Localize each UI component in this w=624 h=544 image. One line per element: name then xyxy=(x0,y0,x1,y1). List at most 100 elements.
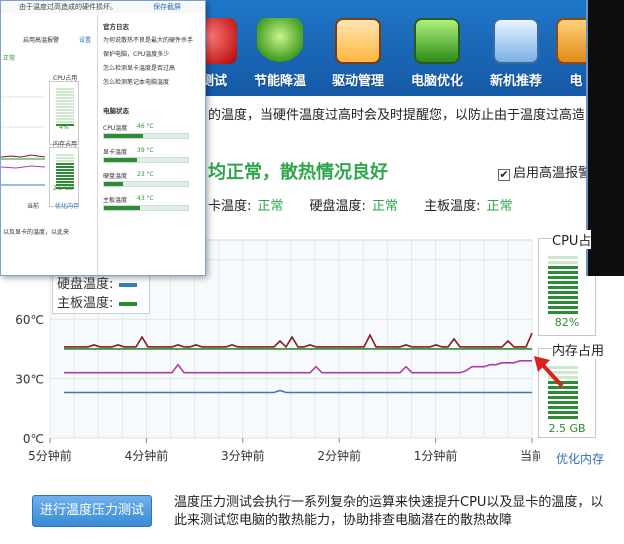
status-gpu-value: 39 °C xyxy=(137,147,154,154)
meter-title: 内存占用 xyxy=(552,340,605,359)
meter-bar-segment xyxy=(56,160,74,162)
optimize-memory-link[interactable]: 优化内存 xyxy=(556,450,604,467)
meter-bar-segment xyxy=(56,178,74,180)
disk-temp-status: 正常 xyxy=(371,199,398,214)
preview-divider xyxy=(97,15,98,275)
bar-fill xyxy=(104,182,124,186)
gpu-temp-status: 正常 xyxy=(257,199,284,214)
meter-bar-segment xyxy=(56,121,74,123)
tab-new-pc-recommend[interactable]: 新机推荐 xyxy=(478,18,554,92)
tab-energy-saving[interactable]: 节能降温 xyxy=(242,18,318,92)
cpu-usage-value: 82% xyxy=(554,316,580,329)
x-tick-label: 5分钟前 xyxy=(28,448,72,463)
feature-description: 的温度，当硬件温度过高时会及时提醒您，以防止由于温度过高造成的 xyxy=(208,108,584,123)
preview-mini-chart xyxy=(1,96,45,186)
preview-axis-now: 当前 xyxy=(27,203,40,210)
meter-bar-segment xyxy=(56,172,74,174)
status-cpu-value: 46 °C xyxy=(137,123,154,130)
checkbox-icon[interactable]: ✔ xyxy=(498,169,510,181)
screenshot-preview-window: 由于温度过高造成的硬件损坏。 保存截屏 启用高温报警 设置 正常 CPU占用 4… xyxy=(0,0,206,276)
component-temps-row: 卡温度: 正常 硬盘温度: 正常 主板温度: 正常 xyxy=(208,195,535,214)
preview-optimize-link[interactable]: 优化内存 xyxy=(55,201,79,210)
preview-header-text: 由于温度过高造成的硬件损坏。 xyxy=(19,3,117,11)
tab-label: 电脑优化 xyxy=(410,74,463,89)
meter-bar-segment xyxy=(548,296,578,299)
official-log-title: 官方日志 xyxy=(103,23,129,31)
official-log-item[interactable]: 为何说散热不良是最大的硬件杀手 xyxy=(103,35,193,44)
legend-item-board: 主板温度: xyxy=(53,294,149,313)
memory-usage-value: 2.5 GB xyxy=(548,422,586,435)
meter-title: CPU占 xyxy=(552,230,592,249)
meter-bar-segment xyxy=(548,291,578,294)
meter-bar-segment xyxy=(56,166,74,168)
meter-bar-segment xyxy=(548,286,578,289)
status-gpu-bar xyxy=(103,157,189,163)
preview-alarm-settings-link[interactable]: 设置 xyxy=(79,35,91,44)
meter-bar-segment xyxy=(56,181,74,183)
x-tick-label: 2分钟前 xyxy=(317,448,361,463)
meter-bar-segment xyxy=(548,401,578,404)
status-cpu-bar xyxy=(103,133,189,139)
meter-bar-segment xyxy=(56,100,74,102)
overlay-window-edge xyxy=(586,0,624,276)
status-board-value: 43 °C xyxy=(137,195,154,202)
meter-bar-segment xyxy=(56,91,74,93)
board-temp-label: 主板温度: xyxy=(424,199,481,214)
official-log-item[interactable]: 保护电脑，CPU温度多少 xyxy=(103,49,169,58)
legend-label: 主板温度: xyxy=(57,296,114,311)
preview-mem-value: 2.5 GB xyxy=(53,185,74,192)
clover-icon xyxy=(257,18,303,64)
meter-bar-segment xyxy=(548,396,578,399)
preview-cpu-value: 4% xyxy=(59,124,69,131)
meter-bar-segment xyxy=(548,406,578,409)
overall-status: 均正常，散热情况良好 xyxy=(208,162,388,183)
official-log-item[interactable]: 怎么检测笔记本电脑温度 xyxy=(103,77,169,86)
meter-bar-segment xyxy=(548,301,578,304)
legend-swatch xyxy=(119,282,138,287)
save-screenshot-link[interactable]: 保存截屏 xyxy=(153,2,181,12)
status-board-label: 主板温度 xyxy=(103,197,128,204)
meter-bar-segment xyxy=(548,416,578,419)
meter-bar-segment xyxy=(548,281,578,284)
meter-bar-segment xyxy=(56,118,74,120)
meter-bar-segment xyxy=(548,411,578,414)
status-cpu-label: CPU温度 xyxy=(103,125,128,132)
meter-bar-segment xyxy=(548,391,578,394)
tab-label: 新机推荐 xyxy=(489,74,542,89)
meter-bar-segment xyxy=(548,266,578,269)
x-tick-label: 3分钟前 xyxy=(221,448,265,463)
cpu-bars xyxy=(548,256,578,316)
bar-fill xyxy=(104,206,141,210)
official-log-item[interactable]: 怎么检测显卡温度是否过高 xyxy=(103,63,175,72)
meter-bar-segment xyxy=(548,306,578,309)
preview-right-pane: 官方日志 为何说散热不良是最大的硬件杀手 保护电脑，CPU温度多少 怎么检测显卡… xyxy=(101,15,205,275)
meter-bar-segment xyxy=(56,109,74,111)
red-arrow-annotation xyxy=(534,356,564,388)
meter-bar-segment xyxy=(548,271,578,274)
meter-bar-segment xyxy=(56,115,74,117)
tab-driver-management[interactable]: 驱动管理 xyxy=(320,18,396,92)
meter-bar-segment xyxy=(56,112,74,114)
new-computer-icon xyxy=(493,18,539,64)
meter-bar-segment xyxy=(56,97,74,99)
high-temp-alarm-checkbox[interactable]: ✔ 启用高温报警 xyxy=(498,162,591,181)
x-tick-label: 4分钟前 xyxy=(125,448,169,463)
driver-chip-icon xyxy=(335,18,381,64)
pc-status-title: 电脑状态 xyxy=(103,107,129,115)
preview-cpu-meter xyxy=(49,81,79,145)
monitor-optimize-icon xyxy=(414,18,460,64)
status-board-bar xyxy=(103,205,189,211)
meter-bar-segment xyxy=(56,106,74,108)
status-gpu-label: 显卡温度 xyxy=(103,149,128,156)
preview-alarm-checkbox[interactable]: 启用高温报警 xyxy=(23,35,59,44)
x-tick-label: 当前 xyxy=(520,448,540,463)
board-temp-status: 正常 xyxy=(486,199,513,214)
meter-bar-segment xyxy=(548,311,578,314)
stress-test-button[interactable]: 进行温度压力测试 xyxy=(32,495,152,527)
y-tick-label: 0℃ xyxy=(23,432,44,446)
legend-swatch xyxy=(119,301,138,306)
meter-bar-segment xyxy=(548,256,578,259)
disk-temp-label: 硬盘温度: xyxy=(309,199,366,214)
tab-pc-optimize[interactable]: 电脑优化 xyxy=(399,18,475,92)
y-tick-label: 30℃ xyxy=(15,373,44,387)
